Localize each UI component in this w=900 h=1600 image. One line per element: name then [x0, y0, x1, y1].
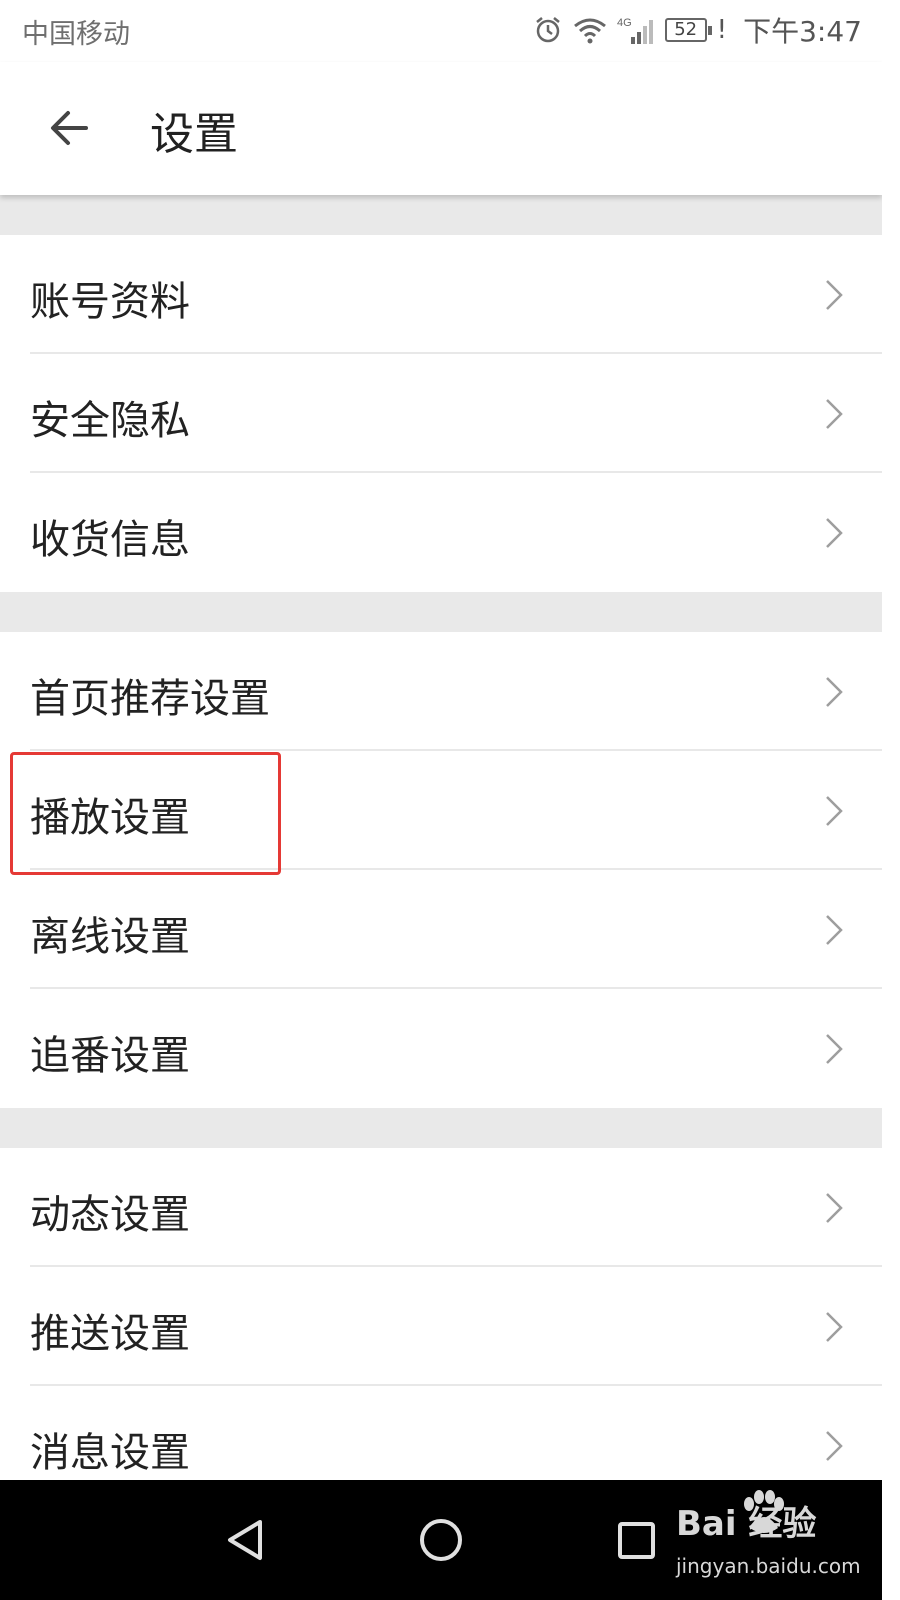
chevron-right-icon: [826, 1034, 843, 1064]
status-bar: 中国移动 4G 52 ! 下午3:47: [0, 0, 882, 62]
settings-item-label: 推送设置: [30, 1311, 190, 1357]
settings-item-follow-anime[interactable]: 追番设置: [0, 989, 882, 1108]
baidu-watermark: Bai 经验 jingyan.baidu.com: [676, 1490, 876, 1592]
settings-item-label: 动态设置: [30, 1192, 190, 1238]
phone-screen: 中国移动 4G 52 ! 下午3:47 设置 账号资料 安全隐私 收货信息 首页…: [0, 0, 882, 1600]
watermark-url: jingyan.baidu.com: [676, 1554, 861, 1578]
settings-item-account-profile[interactable]: 账号资料: [0, 235, 882, 354]
status-icons: 4G 52 ! 下午3:47: [533, 10, 862, 50]
chevron-right-icon: [826, 796, 843, 826]
chevron-right-icon: [826, 1193, 843, 1223]
recents-square-icon: [618, 1522, 655, 1559]
nav-home-button[interactable]: [405, 1504, 477, 1576]
nav-back-button[interactable]: [208, 1504, 280, 1576]
chevron-right-icon: [826, 915, 843, 945]
network-type-label: 4G: [617, 17, 632, 29]
settings-item-home-recommend[interactable]: 首页推荐设置: [0, 632, 882, 751]
settings-item-label: 追番设置: [30, 1033, 190, 1079]
home-circle-icon: [420, 1519, 462, 1561]
back-button[interactable]: [44, 102, 96, 154]
alert-icon: !: [716, 15, 728, 45]
settings-item-label: 离线设置: [30, 914, 190, 960]
settings-item-offline[interactable]: 离线设置: [0, 870, 882, 989]
settings-item-label: 安全隐私: [30, 398, 190, 444]
settings-item-label: 账号资料: [30, 279, 190, 325]
chevron-right-icon: [826, 518, 843, 548]
settings-item-security-privacy[interactable]: 安全隐私: [0, 354, 882, 473]
chevron-right-icon: [826, 1312, 843, 1342]
settings-item-feed[interactable]: 动态设置: [0, 1148, 882, 1267]
app-bar: 设置: [0, 62, 882, 195]
settings-item-shipping-info[interactable]: 收货信息: [0, 473, 882, 592]
chevron-right-icon: [826, 280, 843, 310]
highlight-box: [10, 752, 281, 875]
settings-item-push[interactable]: 推送设置: [0, 1267, 882, 1386]
back-triangle-icon: [228, 1520, 262, 1560]
carrier-label: 中国移动: [22, 19, 130, 50]
settings-item-label: 消息设置: [30, 1430, 190, 1476]
settings-item-label: 首页推荐设置: [30, 676, 270, 722]
chevron-right-icon: [826, 399, 843, 429]
section-gap: [0, 1108, 882, 1148]
navigation-bar: Bai 经验 jingyan.baidu.com: [0, 1480, 882, 1600]
battery-level: 52: [674, 19, 698, 40]
alarm-icon: [533, 15, 563, 45]
nav-recents-button[interactable]: [600, 1504, 672, 1576]
clock-time: 下午3:47: [743, 15, 862, 48]
wifi-icon: [573, 16, 607, 44]
settings-item-label: 收货信息: [30, 517, 190, 563]
arrow-left-icon: [51, 111, 88, 145]
section-gap: [0, 195, 882, 235]
chevron-right-icon: [826, 677, 843, 707]
battery-icon: 52: [664, 18, 712, 42]
page-title: 设置: [150, 109, 238, 160]
chevron-right-icon: [826, 1431, 843, 1461]
paw-icon: [744, 1490, 784, 1533]
section-gap: [0, 592, 882, 632]
cellular-signal-icon: 4G: [617, 15, 655, 45]
